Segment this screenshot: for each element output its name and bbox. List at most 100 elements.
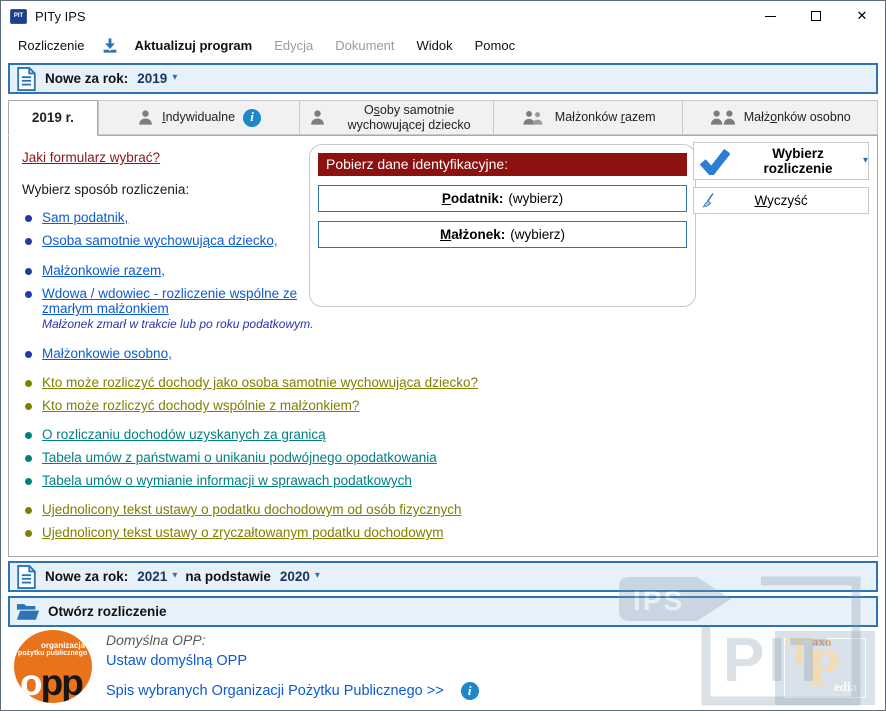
menu-aktualizuj-program[interactable]: Aktualizuj program <box>125 35 261 56</box>
default-opp-label: Domyślna OPP: <box>106 632 479 648</box>
close-icon: ✕ <box>857 8 868 24</box>
menu-widok[interactable]: Widok <box>408 35 462 56</box>
tab-indywidualne[interactable]: Indywidualne i <box>98 100 301 135</box>
faq-spouse-link[interactable]: Kto może rozliczyć dochody wspólnie z ma… <box>42 398 359 413</box>
taxpayer-select-button[interactable]: Podatnik: (wybierz) <box>318 185 687 212</box>
list-item: Małżonkowie osobno, <box>22 346 322 361</box>
bullet-icon <box>25 432 32 439</box>
choose-settlement-button[interactable]: Wybierz rozliczenie ▾ <box>693 142 869 180</box>
app-window: PIT PITy IPS ✕ Rozliczenie Aktualizuj pr… <box>0 0 886 711</box>
list-item: Sam podatnik, <box>22 210 322 225</box>
banner-open-settlement[interactable]: Otwórz rozliczenie <box>8 596 878 627</box>
tab-label: 2019 r. <box>32 110 74 126</box>
settlement-options-list: Sam podatnik, Osoba samotnie wychowująca… <box>22 210 322 361</box>
banner-label: Otwórz rozliczenie <box>48 604 167 619</box>
user-icon <box>309 109 326 126</box>
taxopedia-logo: T axo P edia <box>775 631 875 705</box>
pit-act-link[interactable]: Ujednolicony tekst ustawy o podatku doch… <box>42 502 461 517</box>
menu-dokument: Dokument <box>326 35 403 56</box>
menu-rozliczenie[interactable]: Rozliczenie <box>9 35 93 56</box>
base-year-select[interactable]: 2020 <box>280 569 310 584</box>
folder-open-icon <box>16 602 40 621</box>
banner-middle-label: na podstawie <box>185 569 271 584</box>
user-icon <box>137 109 154 126</box>
foreign-income-link[interactable]: O rozliczaniu dochodów uzyskanych za gra… <box>42 427 326 442</box>
bullet-icon <box>25 351 32 358</box>
main-content: Jaki formularz wybrać? Wybierz sposób ro… <box>8 135 878 557</box>
option-wdowa-link[interactable]: Wdowa / wdowiec - rozliczenie wspólne ze… <box>42 286 297 316</box>
menu-pomoc[interactable]: Pomoc <box>466 35 524 56</box>
minimize-icon <box>765 16 776 17</box>
document-icon <box>16 67 37 91</box>
faq-single-parent-link[interactable]: Kto może rozliczyć dochody jako osoba sa… <box>42 375 478 390</box>
lump-sum-act-link[interactable]: Ujednolicony tekst ustawy o zryczałtowan… <box>42 525 443 540</box>
spouse-select-button[interactable]: Małżonek: (wybierz) <box>318 221 687 248</box>
menubar: Rozliczenie Aktualizuj program Edycja Do… <box>1 31 885 59</box>
tab-malzonkow-razem[interactable]: Małżonków razem <box>494 100 684 135</box>
tab-label: Osoby samotnie wychowującej dziecko <box>334 103 484 132</box>
minimize-button[interactable] <box>747 1 793 31</box>
banner-new-2021[interactable]: Nowe za rok: 2021 ▾ na podstawie 2020 ▾ <box>8 561 878 592</box>
users-icon <box>710 109 736 126</box>
document-icon <box>16 565 37 589</box>
info-icon[interactable]: i <box>461 682 479 700</box>
banner-label: Nowe za rok: <box>45 71 128 86</box>
law-links-list: Ujednolicony tekst ustawy o podatku doch… <box>22 502 622 540</box>
opp-list-link[interactable]: Spis wybranych Organizacji Pożytku Publi… <box>106 683 444 699</box>
list-item: O rozliczaniu dochodów uzyskanych za gra… <box>22 427 622 442</box>
double-taxation-table-link[interactable]: Tabela umów z państwami o unikaniu podwó… <box>42 450 437 465</box>
tab-label: Małżonków osobno <box>744 110 851 124</box>
window-title: PITy IPS <box>35 9 86 24</box>
option-sam-podatnik-link[interactable]: Sam podatnik, <box>42 210 128 225</box>
maximize-button[interactable] <box>793 1 839 31</box>
bullet-icon <box>25 238 32 245</box>
checkmark-icon <box>700 147 730 175</box>
year-select[interactable]: 2019 <box>137 71 167 86</box>
close-button[interactable]: ✕ <box>839 1 885 31</box>
tab-2019[interactable]: 2019 r. <box>8 100 98 136</box>
bullet-icon <box>25 380 32 387</box>
maximize-icon <box>811 11 821 21</box>
users-icon <box>521 109 547 126</box>
chevron-down-icon[interactable]: ▾ <box>172 72 177 83</box>
option-malzonkowie-razem-link[interactable]: Małżonkowie razem, <box>42 263 165 278</box>
list-item: Wdowa / wdowiec - rozliczenie wspólne ze… <box>22 286 322 331</box>
tab-label: Indywidualne <box>162 110 235 124</box>
list-item: Małżonkowie razem, <box>22 263 322 278</box>
chevron-down-icon: ▾ <box>863 155 868 166</box>
clear-button[interactable]: Wyczyść <box>693 187 869 214</box>
banner-new-2019[interactable]: Nowe za rok: 2019 ▾ <box>8 63 878 94</box>
list-item: Kto może rozliczyć dochody jako osoba sa… <box>22 375 622 390</box>
bullet-icon <box>25 403 32 410</box>
download-icon <box>101 37 119 54</box>
bullet-icon <box>25 507 32 514</box>
identification-panel: Pobierz dane identyfikacyjne: Podatnik: … <box>309 144 696 307</box>
which-form-link[interactable]: Jaki formularz wybrać? <box>22 150 160 165</box>
option-malzonkowie-osobno-link[interactable]: Małżonkowie osobno, <box>42 346 172 361</box>
list-item: Tabela umów o wymianie informacji w spra… <box>22 473 622 488</box>
set-default-opp-link[interactable]: Ustaw domyślną OPP <box>106 653 247 669</box>
opp-logo: organizacja pożytku publicznego opp <box>14 630 92 703</box>
bullet-icon <box>25 455 32 462</box>
footer: organizacja pożytku publicznego opp Domy… <box>1 627 885 711</box>
info-icon[interactable]: i <box>243 109 261 127</box>
chevron-down-icon[interactable]: ▾ <box>315 570 320 581</box>
banner-label: Nowe za rok: <box>45 569 128 584</box>
list-item: Tabela umów z państwami o unikaniu podwó… <box>22 450 622 465</box>
faq-links-list: Kto może rozliczyć dochody jako osoba sa… <box>22 375 622 413</box>
list-item: Ujednolicony tekst ustawy o podatku doch… <box>22 502 622 517</box>
chevron-down-icon[interactable]: ▾ <box>172 570 177 581</box>
bullet-icon <box>25 291 32 298</box>
option-osoba-samotnie-link[interactable]: Osoba samotnie wychowująca dziecko, <box>42 233 278 248</box>
titlebar: PIT PITy IPS ✕ <box>1 1 885 31</box>
bullet-icon <box>25 268 32 275</box>
bullet-icon <box>25 530 32 537</box>
list-item: Ujednolicony tekst ustawy o zryczałtowan… <box>22 525 622 540</box>
tab-osoby-samotnie[interactable]: Osoby samotnie wychowującej dziecko <box>300 100 494 135</box>
info-exchange-table-link[interactable]: Tabela umów o wymianie informacji w spra… <box>42 473 412 488</box>
year-select[interactable]: 2021 <box>137 569 167 584</box>
treaty-links-list: O rozliczaniu dochodów uzyskanych za gra… <box>22 427 622 488</box>
tab-malzonkow-osobno[interactable]: Małżonków osobno <box>683 100 878 135</box>
list-item: Osoba samotnie wychowująca dziecko, <box>22 233 322 248</box>
tab-label: Małżonków razem <box>555 110 656 124</box>
